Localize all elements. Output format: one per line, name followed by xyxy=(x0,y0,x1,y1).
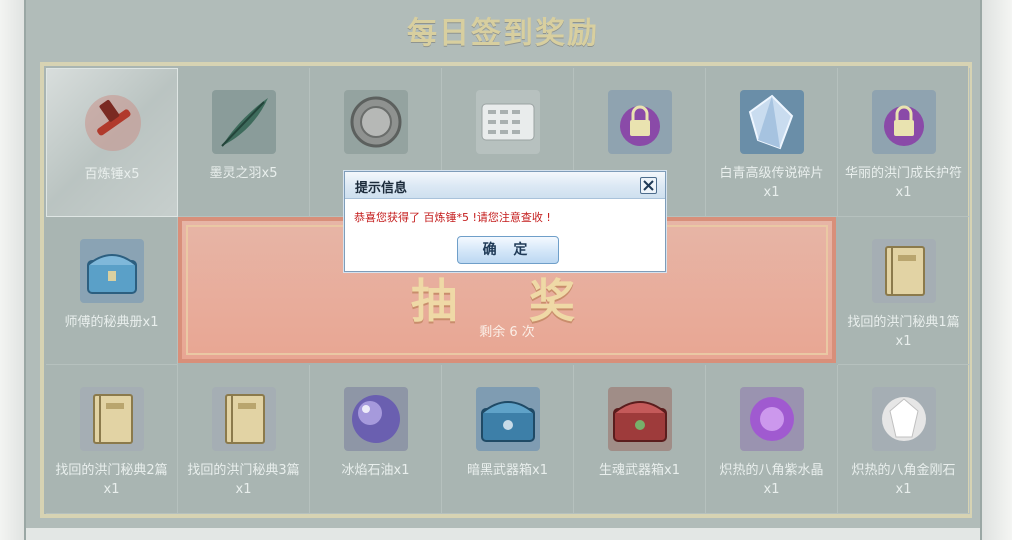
reward-label: 暗黑武器箱x1 xyxy=(467,463,548,478)
notice-dialog: 提示信息 恭喜您获得了 百炼锤*5 !请您注意查收 ! 确 定 xyxy=(344,171,666,272)
page-title: 每日签到奖励 xyxy=(407,16,599,51)
crystal-shard-icon xyxy=(740,90,804,154)
feather-icon xyxy=(212,90,276,154)
reward-cell-soul-chest[interactable]: 生魂武器箱x1 xyxy=(574,365,706,514)
dialog-title: 提示信息 xyxy=(355,181,408,196)
reward-label: 白青高级传说碎片x1 xyxy=(719,166,824,200)
reward-label: 找回的洪门秘典1篇x1 xyxy=(847,315,960,349)
reward-label: 华丽的洪门成长护符x1 xyxy=(844,166,962,200)
reward-cell-crystal[interactable]: 白青高级传说碎片x1 xyxy=(706,68,838,217)
reward-cell-hammer[interactable]: 百炼锤x5 xyxy=(46,68,178,217)
background-right xyxy=(982,0,1012,540)
lock-charm-icon xyxy=(872,90,936,154)
reward-label: 找回的洪门秘典2篇x1 xyxy=(55,463,168,497)
draw-remaining-count: 剩余 6 次 xyxy=(479,325,535,340)
reward-label: 师傅的秘典册x1 xyxy=(64,315,159,330)
reward-grid: 百炼锤x5 墨灵之羽x5 白青高级传说碎片x1 华丽的洪门成长护符x1 师傅的秘… xyxy=(40,62,972,518)
reward-label: 百炼锤x5 xyxy=(84,167,140,182)
dialog-header: 提示信息 xyxy=(345,172,665,199)
reward-label: 生魂武器箱x1 xyxy=(599,463,680,478)
reward-cell-book-1[interactable]: 找回的洪门秘典1篇x1 xyxy=(838,217,970,365)
reward-label: 炽热的八角金刚石x1 xyxy=(851,463,956,497)
close-icon[interactable] xyxy=(640,177,657,194)
hammer-icon xyxy=(81,91,145,155)
diamond-icon xyxy=(872,387,936,451)
chest-icon xyxy=(608,387,672,451)
lock-charm-icon xyxy=(608,90,672,154)
reward-cell-diamond[interactable]: 炽热的八角金刚石x1 xyxy=(838,365,970,514)
reward-cell-dark-chest[interactable]: 暗黑武器箱x1 xyxy=(442,365,574,514)
reward-label: 冰焰石油x1 xyxy=(341,463,410,478)
reward-cell-master-book[interactable]: 师傅的秘典册x1 xyxy=(46,217,178,365)
reward-label: 炽热的八角紫水晶x1 xyxy=(719,463,824,497)
background-left xyxy=(0,0,24,540)
chest-icon xyxy=(80,239,144,303)
reward-label: 找回的洪门秘典3篇x1 xyxy=(187,463,300,497)
reward-cell-orb[interactable]: 冰焰石油x1 xyxy=(310,365,442,514)
reward-cell-book-2[interactable]: 找回的洪门秘典2篇x1 xyxy=(46,365,178,514)
orb-icon xyxy=(344,387,408,451)
reward-cell-book-3[interactable]: 找回的洪门秘典3篇x1 xyxy=(178,365,310,514)
book-icon xyxy=(80,387,144,451)
reward-label: 墨灵之羽x5 xyxy=(209,166,278,181)
reward-cell-feather[interactable]: 墨灵之羽x5 xyxy=(178,68,310,217)
chest-icon xyxy=(476,387,540,451)
dialog-message: 恭喜您获得了 百炼锤*5 !请您注意查收 ! xyxy=(354,211,551,224)
book-icon xyxy=(212,387,276,451)
coin-icon xyxy=(344,90,408,154)
reward-cell-purple-gem[interactable]: 炽热的八角紫水晶x1 xyxy=(706,365,838,514)
book-icon xyxy=(872,239,936,303)
purple-gem-icon xyxy=(740,387,804,451)
scroll-icon xyxy=(476,90,540,154)
reward-cell-charm-b[interactable]: 华丽的洪门成长护符x1 xyxy=(838,68,970,217)
confirm-button[interactable]: 确 定 xyxy=(457,236,559,264)
